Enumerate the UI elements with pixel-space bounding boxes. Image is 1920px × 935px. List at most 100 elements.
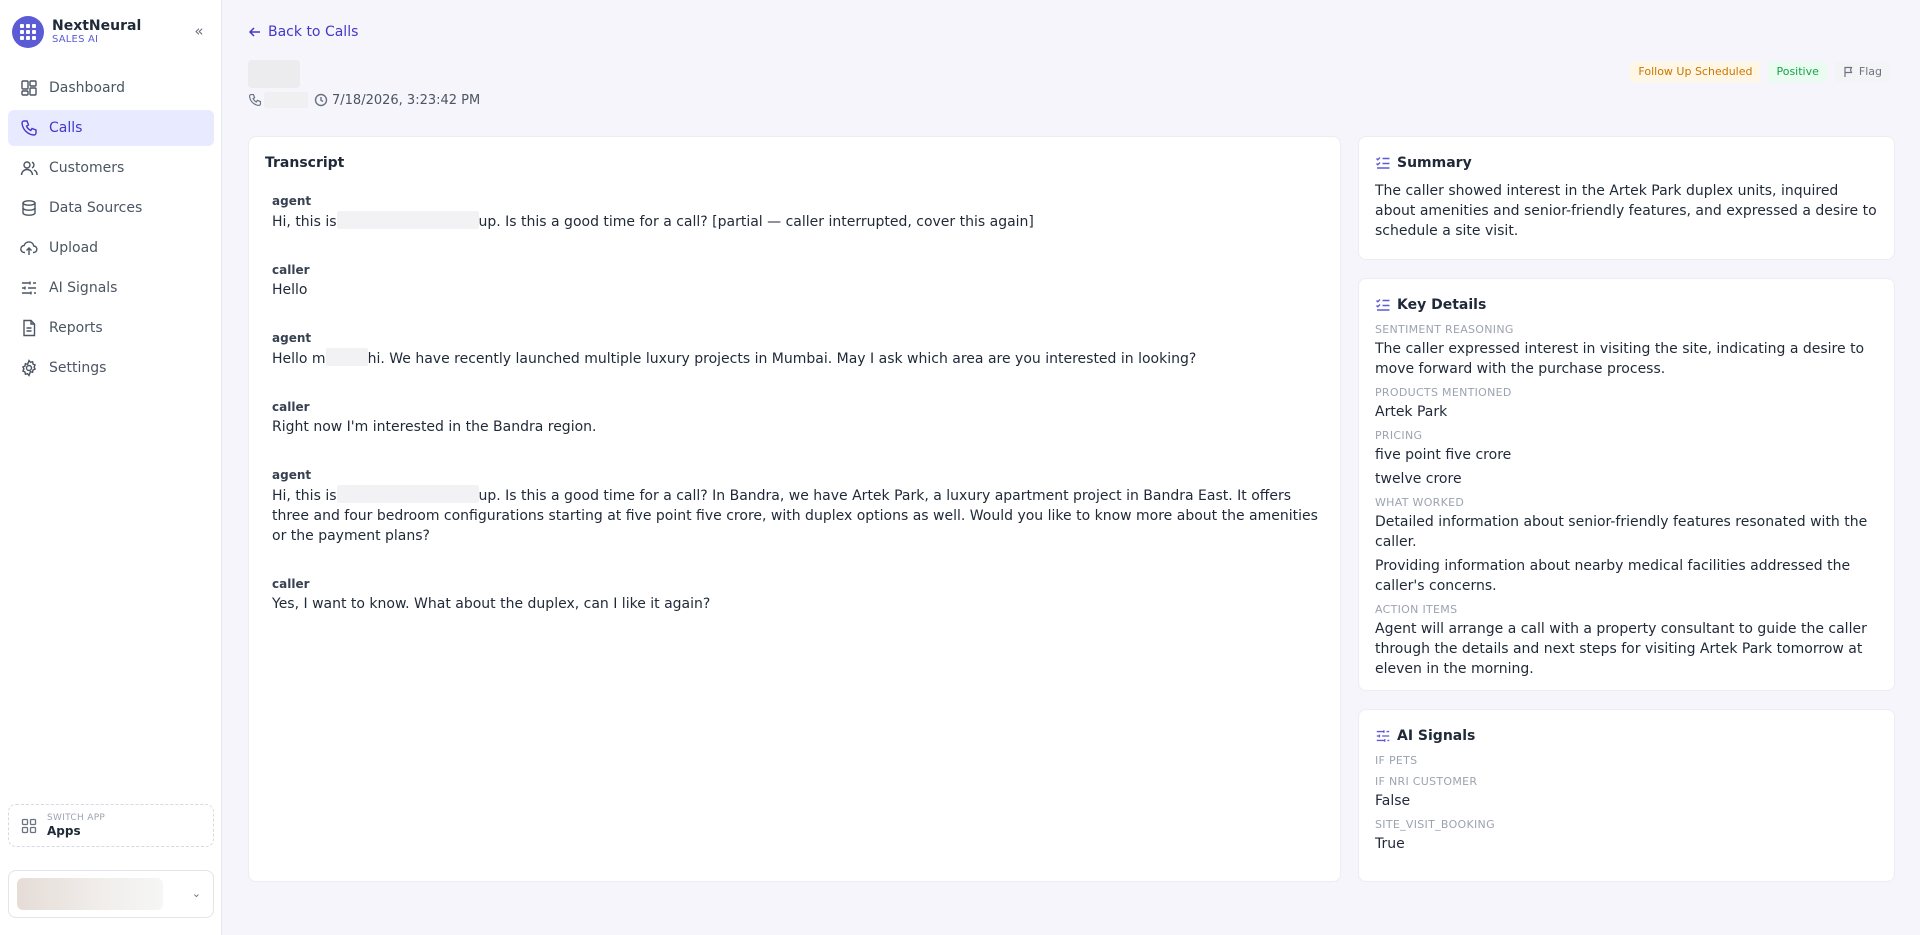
app-name: NextNeural	[52, 18, 142, 34]
phone-icon	[248, 93, 262, 107]
status-badges: Follow Up Scheduled Positive Flag	[1630, 62, 1890, 82]
transcript-title: Transcript	[265, 155, 345, 171]
action-items-label: ACTION ITEMS	[1375, 603, 1458, 616]
redacted-name	[325, 348, 368, 366]
app-subtitle: SALES AI	[52, 34, 99, 45]
sliders-icon	[22, 281, 36, 295]
summary-title: Summary	[1397, 155, 1472, 171]
call-meta: 7/18/2026, 3:23:42 PM	[248, 92, 480, 108]
pricing-label: PRICING	[1375, 429, 1423, 442]
products-mentioned-value: Artek Park	[1375, 404, 1448, 420]
avatar	[17, 878, 163, 910]
brand[interactable]: NextNeural SALES AI	[12, 16, 141, 48]
redacted-name	[336, 211, 479, 229]
transcript-message: agent Hi, this is up. Is this a good time…	[272, 193, 1325, 232]
switch-app-caption: SWITCH APP	[47, 813, 106, 823]
transcript-message: caller Right now I'm interested in the B…	[272, 399, 1325, 437]
key-details-card: Key Details SENTIMENT REASONING The call…	[1358, 278, 1895, 691]
sidebar-item-label: Reports	[49, 320, 103, 336]
sentiment-badge: Positive	[1768, 62, 1827, 82]
flag-button[interactable]: Flag	[1834, 62, 1890, 82]
sentiment-reasoning-label: SENTIMENT REASONING	[1375, 323, 1514, 336]
message-text: Right now I'm interested in the Bandra r…	[272, 419, 597, 435]
sidebar-item-label: Upload	[49, 240, 99, 256]
back-to-calls-link[interactable]: Back to Calls	[248, 24, 358, 40]
summary-text: The caller showed interest in the Artek …	[1375, 183, 1877, 239]
signal-label: IF NRI CUSTOMER	[1375, 775, 1478, 788]
sidebar-item-reports[interactable]: Reports	[8, 310, 214, 346]
chevron-down-icon: ⌄	[191, 887, 201, 900]
chevrons-left-icon[interactable]: «	[190, 22, 208, 40]
sidebar-item-label: Dashboard	[49, 80, 125, 96]
what-worked-label: WHAT WORKED	[1375, 496, 1465, 509]
key-details-title: Key Details	[1397, 297, 1487, 313]
action-items-value: Agent will arrange a call with a propert…	[1375, 621, 1867, 677]
message-text: Yes, I want to know. What about the dupl…	[272, 596, 711, 612]
arrow-left-icon	[248, 27, 260, 37]
transcript-message: agent Hi, this is up. Is this a good time…	[272, 467, 1325, 546]
transcript-scroll-area[interactable]: agent Hi, this is up. Is this a good time…	[265, 193, 1325, 741]
redacted-name	[336, 485, 479, 503]
transcript-card: Transcript agent Hi, this is up. Is this …	[248, 136, 1341, 882]
gear-icon	[21, 359, 37, 377]
phone-icon	[21, 120, 37, 136]
flag-icon	[1844, 66, 1853, 77]
transcript-message: caller Yes, I want to know. What about t…	[272, 576, 1325, 614]
sidebar-item-label: Customers	[49, 160, 125, 176]
sidebar-item-label: Data Sources	[49, 200, 143, 216]
flag-label: Flag	[1858, 65, 1882, 78]
grid-icon	[21, 818, 37, 833]
sidebar-item-calls[interactable]: Calls	[8, 110, 214, 146]
message-text: Hi, this is up. Is this a good time for a…	[272, 211, 1325, 232]
database-icon	[22, 200, 36, 216]
signal-value: False	[1375, 793, 1411, 809]
ai-signals-title: AI Signals	[1397, 728, 1476, 744]
clock-icon	[314, 93, 328, 107]
sliders-icon	[1376, 730, 1390, 742]
message-role: agent	[272, 468, 312, 482]
products-mentioned-label: PRODUCTS MENTIONED	[1375, 386, 1512, 399]
sidebar-item-data-sources[interactable]: Data Sources	[8, 190, 214, 226]
sidebar-item-customers[interactable]: Customers	[8, 150, 214, 186]
page-title	[248, 60, 300, 88]
message-role: caller	[272, 577, 310, 591]
signal-value: True	[1375, 836, 1405, 852]
message-text: Hi, this is up. Is this a good time for a…	[272, 485, 1325, 546]
message-role: caller	[272, 400, 310, 414]
message-role: agent	[272, 194, 312, 208]
switch-app-label: Apps	[47, 824, 81, 838]
user-menu[interactable]: ⌄	[8, 870, 214, 918]
sidebar-item-label: AI Signals	[49, 280, 118, 296]
sidebar-item-settings[interactable]: Settings	[8, 350, 214, 386]
list-checks-icon	[1376, 157, 1390, 169]
call-timestamp: 7/18/2026, 3:23:42 PM	[332, 92, 481, 108]
what-worked-value: Providing information about nearby medic…	[1375, 558, 1851, 594]
sentiment-reasoning-value: The caller expressed interest in visitin…	[1375, 341, 1865, 377]
message-text: Hello m hi. We have recently launched mul…	[272, 348, 1325, 369]
sidebar-item-label: Calls	[49, 120, 83, 136]
pricing-value: five point five crore	[1375, 447, 1512, 463]
sidebar-item-dashboard[interactable]: Dashboard	[8, 70, 214, 106]
users-icon	[20, 161, 38, 176]
upload-cloud-icon	[20, 241, 38, 255]
grid-icon	[21, 80, 37, 96]
signal-label: SITE_VISIT_BOOKING	[1375, 818, 1495, 831]
sidebar-item-ai-signals[interactable]: AI Signals	[8, 270, 214, 306]
back-label: Back to Calls	[268, 24, 359, 40]
message-role: agent	[272, 331, 312, 345]
sidebar-item-upload[interactable]: Upload	[8, 230, 214, 266]
pricing-value: twelve crore	[1375, 471, 1462, 487]
ai-signals-card: AI Signals IF PETS IF NRI CUSTOMER False…	[1358, 709, 1895, 882]
sidebar-nav: Dashboard Calls Customers Data Sources U…	[8, 70, 214, 390]
sidebar-item-label: Settings	[49, 360, 107, 376]
phone-number	[264, 92, 308, 108]
summary-card: Summary The caller showed interest in th…	[1358, 136, 1895, 260]
transcript-message: caller Hello	[272, 262, 1325, 300]
sidebar: NextNeural SALES AI « Dashboard Calls Cu…	[0, 0, 222, 935]
apps-grid-logo-icon	[12, 16, 44, 48]
file-text-icon	[23, 319, 36, 337]
switch-app-button[interactable]: SWITCH APP Apps	[8, 804, 214, 847]
transcript-message: agent Hello m hi. We have recently launch…	[272, 330, 1325, 369]
message-text: Hello	[272, 282, 308, 298]
signal-label: IF PETS	[1375, 754, 1418, 767]
